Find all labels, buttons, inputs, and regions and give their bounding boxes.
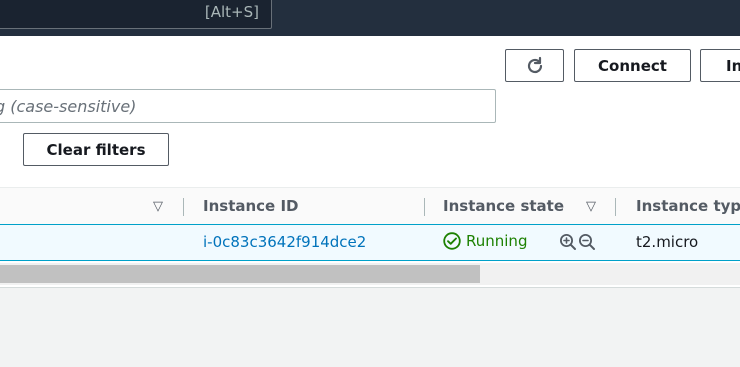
column-divider[interactable] xyxy=(615,198,616,216)
instance-state-button[interactable]: In xyxy=(700,49,740,82)
column-divider[interactable] xyxy=(424,198,425,216)
filter-placeholder: g (case-sensitive) xyxy=(0,96,137,116)
instances-panel: Connect In g (case-sensitive) Clear filt… xyxy=(0,36,740,288)
clear-filters-button[interactable]: Clear filters xyxy=(23,133,169,166)
table-row[interactable]: i-0c83c3642f914dce2 Running t2.micro xyxy=(0,225,740,261)
column-header-instance-id[interactable]: Instance ID xyxy=(203,197,298,215)
column-header-instance-type[interactable]: Instance type xyxy=(636,197,740,215)
scrollbar-thumb[interactable] xyxy=(0,265,480,283)
sort-caret-icon[interactable]: ▽ xyxy=(586,199,596,214)
filter-input[interactable]: g (case-sensitive) xyxy=(0,89,496,123)
table-header: ▽ Instance ID Instance state ▽ Instance … xyxy=(0,187,740,225)
instance-state-text: Running xyxy=(466,232,528,250)
refresh-icon xyxy=(527,56,542,73)
search-shortcut-hint: [Alt+S] xyxy=(204,3,259,21)
column-header-instance-state[interactable]: Instance state xyxy=(443,197,564,215)
zoom-out-icon[interactable] xyxy=(578,233,596,251)
zoom-in-icon[interactable] xyxy=(559,233,577,251)
state-zoom-controls xyxy=(559,233,596,251)
top-navigation-bar: [Alt+S] xyxy=(0,0,740,36)
horizontal-scrollbar[interactable] xyxy=(0,263,740,285)
instance-state-cell: Running xyxy=(443,232,527,250)
status-check-icon xyxy=(443,232,461,250)
refresh-button[interactable] xyxy=(505,49,564,82)
instance-id-link[interactable]: i-0c83c3642f914dce2 xyxy=(203,233,366,251)
connect-button[interactable]: Connect xyxy=(574,49,691,82)
global-search-box[interactable]: [Alt+S] xyxy=(0,0,272,29)
column-divider[interactable] xyxy=(183,198,184,216)
sort-caret-icon[interactable]: ▽ xyxy=(153,199,163,214)
instance-type-cell: t2.micro xyxy=(636,233,699,251)
